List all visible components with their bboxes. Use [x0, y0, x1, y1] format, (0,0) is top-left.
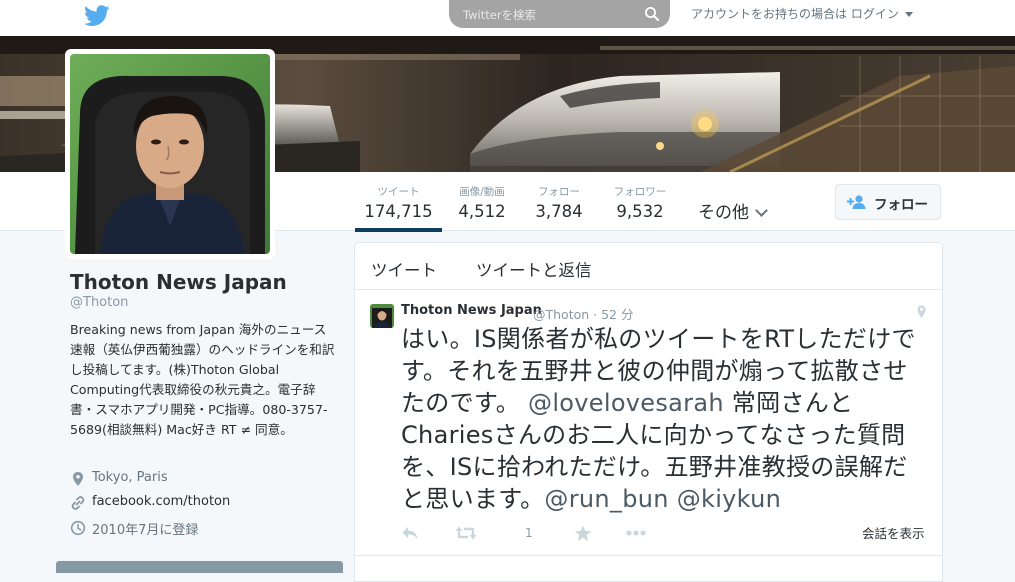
search-input[interactable] [461, 4, 645, 26]
stat-following[interactable]: フォロー 3,784 [530, 184, 588, 221]
search-box [449, 0, 670, 28]
reply-icon[interactable] [401, 525, 419, 541]
timeline: ツイート ツイートと返信 Thoton News Japan @Thoton ·… [354, 242, 943, 582]
add-user-icon [847, 195, 866, 209]
stat-followers[interactable]: フォロワー 9,532 [608, 184, 672, 221]
login-text: アカウントをお持ちの場合は ログイン [691, 7, 899, 21]
follow-button[interactable]: フォロー [835, 184, 941, 220]
more-options-icon[interactable] [625, 525, 647, 541]
link-icon [71, 496, 85, 510]
tweet-divider [355, 555, 942, 556]
tweet-avatar[interactable] [370, 304, 394, 328]
stat-value: 9,532 [616, 202, 664, 221]
profile-avatar[interactable] [65, 49, 275, 259]
retweet-count: 1 [525, 526, 533, 540]
mention-link[interactable]: @kiykun [677, 485, 781, 513]
favorite-star-icon[interactable] [574, 525, 592, 542]
joined-text: 2010年7月に登録 [92, 523, 199, 538]
stat-value: 174,715 [364, 202, 433, 221]
location-pin-icon[interactable] [916, 305, 927, 319]
login-menu[interactable]: アカウントをお持ちの場合は ログイン [691, 5, 913, 22]
mention-link[interactable]: @run_bun [544, 485, 668, 513]
tab-tweets[interactable]: ツイート [371, 257, 437, 281]
follow-label: フォロー [874, 197, 928, 213]
sidebar-module-edge [56, 561, 343, 573]
profile-handle: @Thoton [70, 295, 129, 310]
stat-value: 3,784 [535, 202, 583, 221]
stat-label: ツイート [377, 186, 420, 198]
retweet-icon[interactable] [455, 525, 477, 541]
search-icon[interactable] [644, 6, 660, 22]
tweet-author[interactable]: Thoton News Japan [401, 303, 542, 318]
caret-down-icon [904, 12, 913, 17]
stat-label: フォロワー [613, 186, 667, 198]
stat-value: 4,512 [458, 202, 506, 221]
chevron-down-icon [755, 204, 768, 217]
twitter-bird-icon[interactable] [84, 5, 110, 27]
stat-label: 画像/動画 [459, 186, 505, 198]
location-pin-icon [73, 472, 83, 486]
location-text: Tokyo, Paris [92, 470, 168, 485]
tweet-avatar-image [370, 304, 394, 328]
calendar-clock-icon [70, 520, 86, 536]
more-menu[interactable]: その他 [698, 198, 768, 223]
mention-link[interactable]: @lovelovesarah [528, 389, 724, 417]
tab-tweets-replies[interactable]: ツイートと返信 [476, 257, 592, 281]
profile-name[interactable]: Thoton News Japan [70, 270, 287, 294]
tweet-text: はい。IS関係者が私のツイートをRTしただけです。それを五野井と彼の仲間が煽って… [401, 323, 927, 515]
avatar-image [70, 54, 270, 254]
more-label: その他 [698, 203, 749, 223]
profile-bio: Breaking news from Japan 海外のニュース速報（英仏伊西葡… [70, 322, 335, 437]
view-conversation-link[interactable]: 会話を表示 [862, 523, 925, 542]
stat-tweets[interactable]: ツイート 174,715 [355, 184, 442, 232]
timeline-tabs: ツイート ツイートと返信 [355, 243, 942, 290]
stat-label: フォロー [538, 186, 580, 198]
url-link[interactable]: facebook.com/thoton [92, 494, 230, 509]
top-bar: アカウントをお持ちの場合は ログイン [0, 0, 1015, 36]
tweet-handle-time[interactable]: @Thoton · 52 分 [533, 304, 633, 323]
stat-media[interactable]: 画像/動画 4,512 [451, 184, 513, 221]
